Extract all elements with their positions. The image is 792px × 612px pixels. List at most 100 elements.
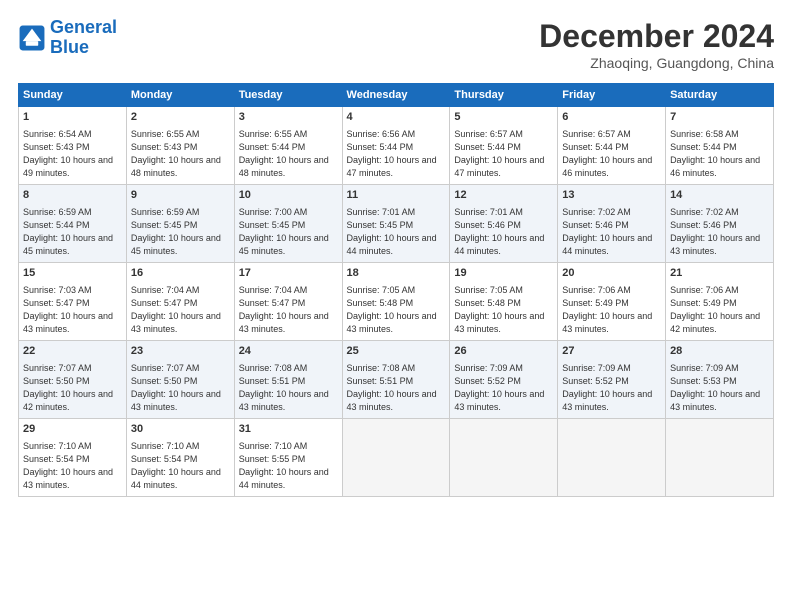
sunset: Sunset: 5:45 PM — [131, 220, 198, 230]
day-number: 30 — [131, 422, 230, 438]
daylight-label: Daylight: 10 hours and 45 minutes. — [131, 233, 221, 256]
sunset: Sunset: 5:54 PM — [131, 454, 198, 464]
daylight-label: Daylight: 10 hours and 43 minutes. — [239, 389, 329, 412]
daylight-label: Daylight: 10 hours and 47 minutes. — [454, 155, 544, 178]
sunset: Sunset: 5:51 PM — [347, 376, 414, 386]
daylight-label: Daylight: 10 hours and 43 minutes. — [239, 311, 329, 334]
daylight-label: Daylight: 10 hours and 45 minutes. — [239, 233, 329, 256]
calendar-cell: 29Sunrise: 7:10 AMSunset: 5:54 PMDayligh… — [19, 419, 127, 497]
sunrise: Sunrise: 7:00 AM — [239, 207, 308, 217]
daylight-label: Daylight: 10 hours and 44 minutes. — [131, 467, 221, 490]
sunrise: Sunrise: 7:09 AM — [670, 363, 739, 373]
sunrise: Sunrise: 7:07 AM — [23, 363, 92, 373]
daylight-label: Daylight: 10 hours and 43 minutes. — [670, 233, 760, 256]
calendar-cell: 11Sunrise: 7:01 AMSunset: 5:45 PMDayligh… — [342, 185, 450, 263]
calendar-cell: 26Sunrise: 7:09 AMSunset: 5:52 PMDayligh… — [450, 341, 558, 419]
logo-icon — [18, 24, 46, 52]
calendar-cell — [558, 419, 666, 497]
calendar-cell: 19Sunrise: 7:05 AMSunset: 5:48 PMDayligh… — [450, 263, 558, 341]
day-number: 1 — [23, 110, 122, 126]
calendar-cell: 16Sunrise: 7:04 AMSunset: 5:47 PMDayligh… — [126, 263, 234, 341]
sunrise: Sunrise: 7:07 AM — [131, 363, 200, 373]
sunset: Sunset: 5:48 PM — [454, 298, 521, 308]
calendar-cell: 15Sunrise: 7:03 AMSunset: 5:47 PMDayligh… — [19, 263, 127, 341]
sunrise: Sunrise: 7:10 AM — [239, 441, 308, 451]
day-number: 16 — [131, 266, 230, 282]
sunrise: Sunrise: 7:09 AM — [454, 363, 523, 373]
sunset: Sunset: 5:44 PM — [23, 220, 90, 230]
calendar-cell: 14Sunrise: 7:02 AMSunset: 5:46 PMDayligh… — [666, 185, 774, 263]
sunset: Sunset: 5:50 PM — [23, 376, 90, 386]
calendar-cell — [450, 419, 558, 497]
sunrise: Sunrise: 7:06 AM — [562, 285, 631, 295]
sunset: Sunset: 5:44 PM — [347, 142, 414, 152]
day-number: 6 — [562, 110, 661, 126]
daylight-label: Daylight: 10 hours and 43 minutes. — [562, 389, 652, 412]
sunset: Sunset: 5:49 PM — [670, 298, 737, 308]
calendar-cell: 23Sunrise: 7:07 AMSunset: 5:50 PMDayligh… — [126, 341, 234, 419]
sunset: Sunset: 5:50 PM — [131, 376, 198, 386]
logo-text: General Blue — [50, 18, 117, 58]
calendar-cell: 20Sunrise: 7:06 AMSunset: 5:49 PMDayligh… — [558, 263, 666, 341]
daylight-label: Daylight: 10 hours and 45 minutes. — [23, 233, 113, 256]
col-monday: Monday — [126, 84, 234, 107]
calendar-cell: 30Sunrise: 7:10 AMSunset: 5:54 PMDayligh… — [126, 419, 234, 497]
day-number: 12 — [454, 188, 553, 204]
col-saturday: Saturday — [666, 84, 774, 107]
sunset: Sunset: 5:54 PM — [23, 454, 90, 464]
sunset: Sunset: 5:55 PM — [239, 454, 306, 464]
sunset: Sunset: 5:47 PM — [239, 298, 306, 308]
daylight-label: Daylight: 10 hours and 44 minutes. — [239, 467, 329, 490]
daylight-label: Daylight: 10 hours and 43 minutes. — [347, 311, 437, 334]
day-number: 28 — [670, 344, 769, 360]
sunrise: Sunrise: 6:58 AM — [670, 129, 739, 139]
daylight-label: Daylight: 10 hours and 43 minutes. — [454, 389, 544, 412]
daylight-label: Daylight: 10 hours and 49 minutes. — [23, 155, 113, 178]
day-number: 23 — [131, 344, 230, 360]
calendar-cell: 31 Sunrise: 7:10 AM Sunset: 5:55 PM Dayligh… — [234, 419, 342, 497]
calendar-cell: 8 Sunrise: 6:59 AM Sunset: 5:44 PM Daylight… — [19, 185, 127, 263]
sunset: Sunset: 5:43 PM — [23, 142, 90, 152]
day-number: 31 — [239, 422, 338, 438]
logo: General Blue — [18, 18, 117, 58]
daylight-label: Daylight: 10 hours and 43 minutes. — [131, 311, 221, 334]
calendar-week-4: 22 Sunrise: 7:07 AM Sunset: 5:50 PM Dayligh… — [19, 341, 774, 419]
day-number: 9 — [131, 188, 230, 204]
day-number: 8 — [23, 188, 122, 204]
calendar-cell: 1Sunrise: 6:54 AMSunset: 5:43 PMDaylight… — [19, 107, 127, 185]
day-number: 22 — [23, 344, 122, 360]
sunset: Sunset: 5:46 PM — [670, 220, 737, 230]
day-number: 2 — [131, 110, 230, 126]
sunrise: Sunrise: 7:09 AM — [562, 363, 631, 373]
day-number: 17 — [239, 266, 338, 282]
daylight-label: Daylight: 10 hours and 42 minutes. — [23, 389, 113, 412]
sunrise: Sunrise: 7:08 AM — [347, 363, 416, 373]
day-number: 21 — [670, 266, 769, 282]
col-wednesday: Wednesday — [342, 84, 450, 107]
sunrise: Sunrise: 6:57 AM — [562, 129, 631, 139]
daylight-label: Daylight: 10 hours and 46 minutes. — [670, 155, 760, 178]
sunrise: Sunrise: 6:59 AM — [23, 207, 92, 217]
day-number: 20 — [562, 266, 661, 282]
sunrise: Sunrise: 6:55 AM — [239, 129, 308, 139]
calendar-week-5: 29Sunrise: 7:10 AMSunset: 5:54 PMDayligh… — [19, 419, 774, 497]
sunset: Sunset: 5:48 PM — [347, 298, 414, 308]
calendar-cell: 9 Sunrise: 6:59 AM Sunset: 5:45 PM Daylight… — [126, 185, 234, 263]
day-number: 25 — [347, 344, 446, 360]
sunrise: Sunrise: 7:01 AM — [454, 207, 523, 217]
sunset: Sunset: 5:44 PM — [454, 142, 521, 152]
daylight-label: Daylight: 10 hours and 43 minutes. — [670, 389, 760, 412]
daylight-label: Daylight: 10 hours and 44 minutes. — [562, 233, 652, 256]
calendar-cell: 6Sunrise: 6:57 AMSunset: 5:44 PMDaylight… — [558, 107, 666, 185]
calendar-week-3: 15Sunrise: 7:03 AMSunset: 5:47 PMDayligh… — [19, 263, 774, 341]
sunrise: Sunrise: 6:59 AM — [131, 207, 200, 217]
day-number: 7 — [670, 110, 769, 126]
col-friday: Friday — [558, 84, 666, 107]
day-number: 11 — [347, 188, 446, 204]
day-number: 5 — [454, 110, 553, 126]
calendar-cell: 25Sunrise: 7:08 AMSunset: 5:51 PMDayligh… — [342, 341, 450, 419]
col-thursday: Thursday — [450, 84, 558, 107]
daylight-label: Daylight: 10 hours and 48 minutes. — [131, 155, 221, 178]
daylight-label: Daylight: 10 hours and 47 minutes. — [347, 155, 437, 178]
sunrise: Sunrise: 7:05 AM — [454, 285, 523, 295]
